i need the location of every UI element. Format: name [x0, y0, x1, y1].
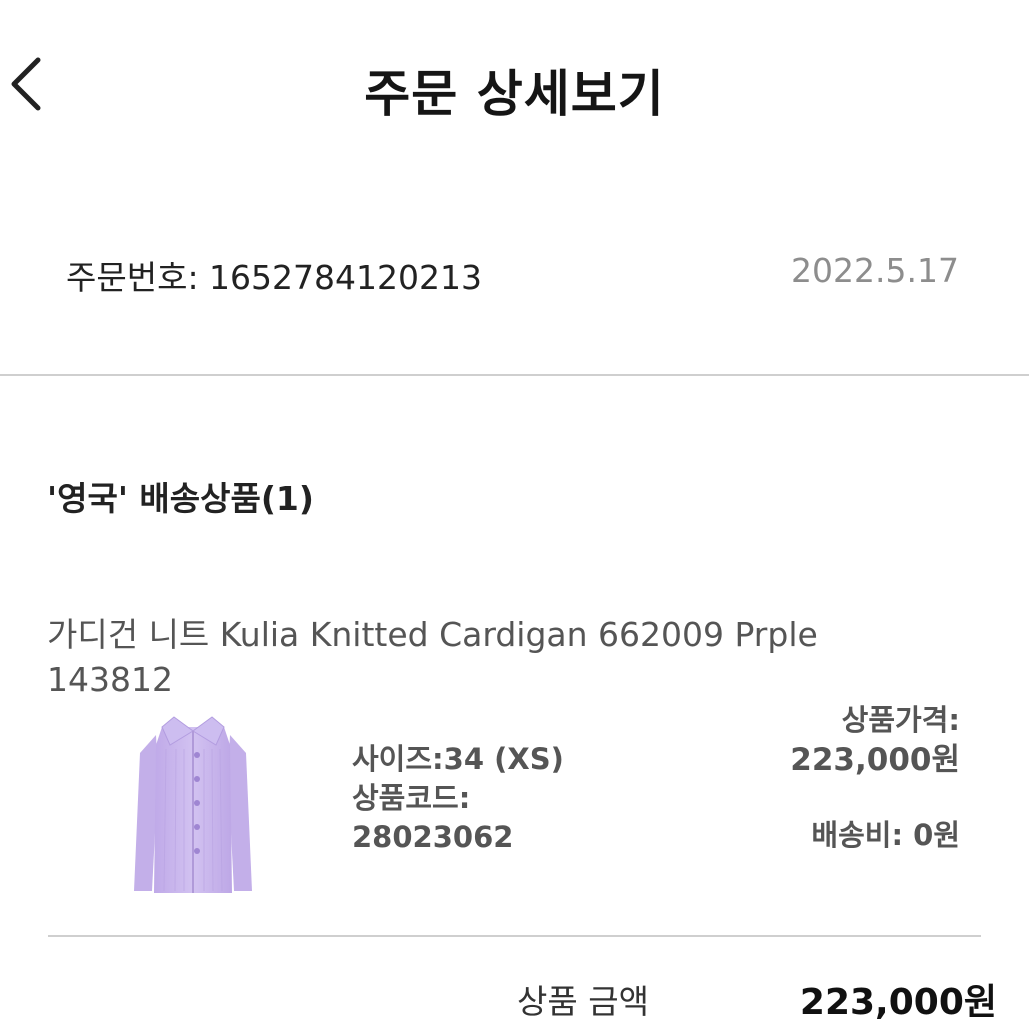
price-block: 상품가격: 223,000원 배송비: 0원: [790, 700, 960, 855]
order-info-row: 주문번호: 1652784120213 2022.5.17: [0, 245, 1029, 305]
header: 주문 상세보기: [0, 0, 1029, 170]
product-price-label: 상품가격:: [841, 703, 960, 737]
order-number: 주문번호: 1652784120213: [66, 258, 482, 297]
product-size: 사이즈:34 (XS): [352, 742, 564, 776]
total-amount-value: 223,000원: [799, 982, 997, 1023]
product-code-label: 상품코드:: [352, 781, 471, 815]
summary-divider: [48, 935, 981, 937]
shipping-group-title: '영국' 배송상품(1): [47, 479, 314, 518]
shipping-fee: 배송비: 0원: [811, 818, 960, 852]
page-title: 주문 상세보기: [364, 65, 665, 123]
product-image[interactable]: [118, 705, 268, 897]
product-specs: 사이즈:34 (XS) 상품코드: 28023062: [352, 740, 564, 857]
product-code-value: 28023062: [352, 820, 514, 854]
product-price-value: 223,000원: [790, 742, 960, 778]
product-name[interactable]: 가디건 니트 Kulia Knitted Cardigan 662009 Prp…: [47, 612, 947, 702]
total-amount-label: 상품 금액: [517, 982, 649, 1021]
cardigan-image: [134, 716, 252, 893]
order-date: 2022.5.17: [791, 251, 959, 290]
section-divider: [0, 374, 1029, 376]
